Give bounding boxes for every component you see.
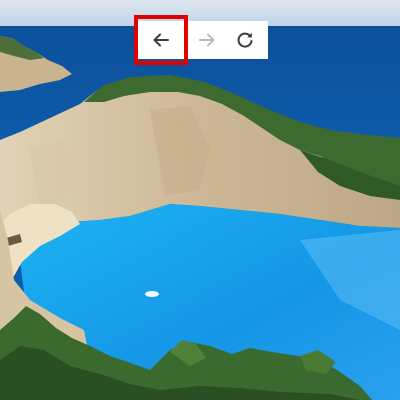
boat: [145, 291, 159, 297]
background-photo: [0, 0, 400, 400]
reload-icon: [237, 32, 253, 48]
reload-button[interactable]: [223, 21, 267, 59]
arrow-left-icon: [153, 33, 169, 47]
arrow-right-icon: [199, 33, 215, 47]
navigation-toolbar: [135, 21, 268, 59]
back-button[interactable]: [141, 21, 181, 59]
